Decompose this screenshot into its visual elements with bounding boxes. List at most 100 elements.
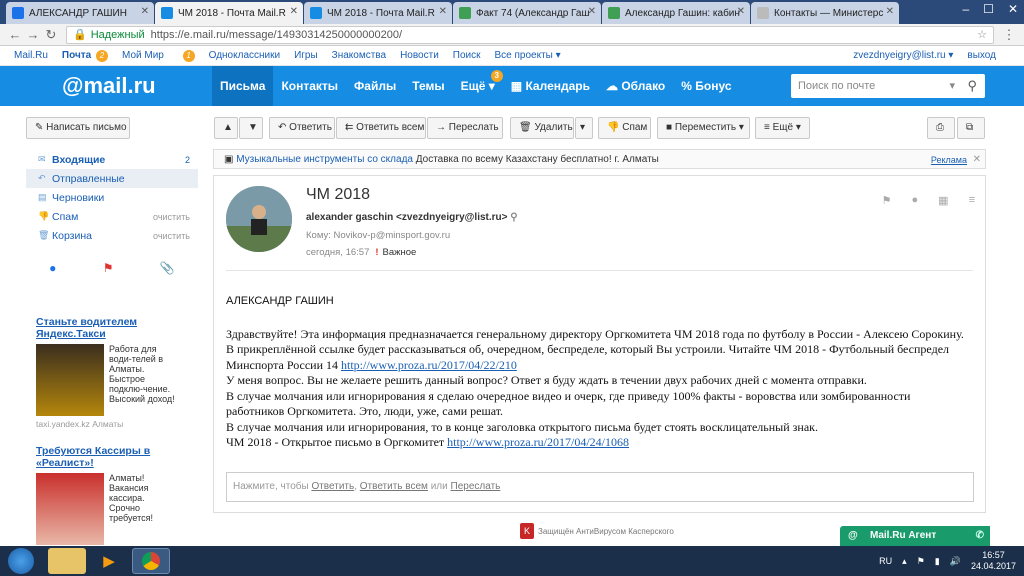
reload-icon[interactable]: ↻: [42, 27, 60, 43]
portal-link-games[interactable]: Игры: [294, 50, 318, 61]
quick-forward-link[interactable]: Переслать: [451, 481, 501, 492]
network-icon[interactable]: ▮: [935, 556, 940, 567]
proza-link-1[interactable]: http://www.proza.ru/2017/04/22/210: [341, 358, 517, 372]
attachment-filter-icon[interactable]: 📎: [160, 261, 175, 275]
quick-reply-box[interactable]: Нажмите, чтобы Ответить, Ответить всем и…: [226, 472, 974, 502]
clock[interactable]: 16:57 24.04.2017: [971, 550, 1016, 572]
close-tab-icon[interactable]: ✕: [737, 6, 745, 17]
nav-calendar[interactable]: ▦ Календарь: [503, 66, 598, 106]
calendar-icon[interactable]: ▦: [938, 194, 948, 207]
back-icon[interactable]: ←: [6, 27, 24, 42]
volume-icon[interactable]: 🔊: [950, 556, 961, 567]
close-tab-icon[interactable]: ✕: [141, 6, 149, 17]
flagged-filter-icon[interactable]: ⚑: [103, 261, 114, 275]
search-input[interactable]: Поиск по почте ▾ ⚲: [791, 74, 985, 98]
close-tab-icon[interactable]: ✕: [439, 6, 447, 17]
unread-dot-icon[interactable]: ●: [912, 194, 919, 207]
forward-icon[interactable]: →: [24, 27, 42, 42]
nav-letters[interactable]: Письма: [212, 66, 274, 106]
realist-ad-image[interactable]: [36, 473, 104, 545]
media-player-icon[interactable]: ▶: [90, 548, 128, 574]
start-button[interactable]: [8, 548, 34, 574]
menu-icon[interactable]: ⋮: [1000, 27, 1018, 43]
clear-trash-link[interactable]: очистить: [153, 231, 190, 241]
ad-realist[interactable]: Требуются Кассиры в «Реалист»! Алматы! В…: [36, 445, 176, 545]
open-in-window-icon[interactable]: ⧉: [957, 117, 985, 139]
search-dropdown-icon[interactable]: ▾: [949, 74, 955, 98]
close-tab-icon[interactable]: ✕: [290, 6, 298, 17]
next-message-button[interactable]: ▼: [239, 117, 263, 139]
flag-icon[interactable]: ⚑: [882, 194, 892, 207]
browser-tab[interactable]: ЧМ 2018 - Почта Mail.R ✕: [304, 2, 452, 24]
browser-tab[interactable]: Факт 74 (Александр Гаш ✕: [453, 2, 601, 24]
chrome-icon[interactable]: [132, 548, 170, 574]
more-button[interactable]: ≡ Ещё ▾: [755, 117, 810, 139]
mailru-logo[interactable]: @mail.ru: [62, 73, 212, 99]
browser-tab-active[interactable]: ЧМ 2018 - Почта Mail.R ✕: [155, 2, 303, 24]
folder-drafts[interactable]: ▤ Черновики: [26, 188, 198, 207]
ad-title[interactable]: Станьте водителем Яндекс.Такси: [36, 316, 176, 340]
unread-filter-icon[interactable]: ●: [49, 261, 56, 275]
tray-up-icon[interactable]: ▴: [902, 556, 907, 567]
browser-tab[interactable]: Контакты — Министерс ✕: [751, 2, 899, 24]
quick-reply-all-link[interactable]: Ответить всем: [360, 481, 428, 492]
portal-link-dating[interactable]: Знакомства: [332, 50, 386, 61]
forward-button[interactable]: → Переслать: [427, 117, 503, 139]
browser-tab[interactable]: АЛЕКСАНДР ГАШИН ✕: [6, 2, 154, 24]
portal-link-ok[interactable]: Одноклассники: [209, 50, 280, 61]
language-indicator[interactable]: RU: [879, 556, 892, 566]
mailru-agent-bar[interactable]: @ Mail.Ru Агент ✆: [840, 526, 990, 546]
sender[interactable]: alexander gaschin <zvezdnyeigry@list.ru>…: [306, 212, 518, 223]
nav-bonus[interactable]: % Бонус: [673, 66, 739, 106]
portal-link-mailru[interactable]: Mail.Ru: [14, 50, 48, 61]
delete-button[interactable]: 🗑 Удалить: [510, 117, 574, 139]
close-window-icon[interactable]: ✕: [1008, 2, 1018, 16]
sender-search-icon[interactable]: ⚲: [510, 212, 517, 223]
close-tab-icon[interactable]: ✕: [588, 6, 596, 17]
nav-themes[interactable]: Темы: [404, 66, 452, 106]
nav-cloud[interactable]: ☁ Облако: [598, 66, 673, 106]
compose-button[interactable]: ✎ Написать письмо: [26, 117, 130, 139]
portal-link-mail[interactable]: Почта 2: [62, 49, 108, 62]
portal-link-news[interactable]: Новости: [400, 50, 439, 61]
ad-title[interactable]: Требуются Кассиры в «Реалист»!: [36, 445, 176, 469]
taxi-ad-image[interactable]: [36, 344, 104, 416]
folder-inbox[interactable]: ✉ Входящие 2: [26, 150, 198, 169]
user-account[interactable]: zvezdnyeigry@list.ru ▾: [853, 50, 953, 61]
nav-contacts[interactable]: Контакты: [273, 66, 346, 106]
reply-all-button[interactable]: ⇇ Ответить всем: [336, 117, 426, 139]
folder-sent[interactable]: ↶ Отправленные: [26, 169, 198, 188]
quick-reply-link[interactable]: Ответить: [311, 481, 354, 492]
flag-icon[interactable]: ⚑: [917, 556, 925, 567]
browser-tab[interactable]: Александр Гашин: кабин ✕: [602, 2, 750, 24]
folder-trash[interactable]: 🗑 Корзина очистить: [26, 226, 198, 245]
delete-dropdown[interactable]: ▾: [575, 117, 593, 139]
minimize-icon[interactable]: –: [962, 2, 969, 16]
search-icon[interactable]: ⚲: [967, 74, 977, 98]
bookmark-star-icon[interactable]: ☆: [977, 28, 987, 41]
address-bar[interactable]: 🔒 Надежный https://e.mail.ru/message/149…: [66, 25, 994, 44]
proza-link-2[interactable]: http://www.proza.ru/2017/04/24/1068: [447, 435, 629, 449]
logout-link[interactable]: выход: [967, 50, 996, 61]
explorer-icon[interactable]: [48, 548, 86, 574]
prev-message-button[interactable]: ▲: [214, 117, 238, 139]
close-promo-icon[interactable]: ✕: [973, 150, 981, 170]
nav-more[interactable]: Ещё ▾ 3: [453, 66, 503, 106]
print-icon[interactable]: ⎙: [927, 117, 955, 139]
spam-button[interactable]: 👎 Спам: [598, 117, 651, 139]
clear-spam-link[interactable]: очистить: [153, 212, 190, 222]
maximize-icon[interactable]: ☐: [983, 2, 994, 16]
portal-link-search[interactable]: Поиск: [453, 50, 481, 61]
ad-yandex-taxi[interactable]: Станьте водителем Яндекс.Такси Работа дл…: [36, 316, 176, 429]
promo-link[interactable]: Музыкальные инструменты со склада: [236, 154, 413, 165]
phone-icon[interactable]: ✆: [976, 526, 984, 546]
reply-button[interactable]: ↶ Ответить: [269, 117, 335, 139]
menu-icon[interactable]: ≡: [969, 194, 975, 207]
close-tab-icon[interactable]: ✕: [886, 6, 894, 17]
ad-label[interactable]: Реклама: [931, 150, 967, 170]
nav-files[interactable]: Файлы: [346, 66, 404, 106]
portal-link-mymir[interactable]: Мой Мир 1: [122, 49, 195, 62]
portal-link-all[interactable]: Все проекты ▾: [495, 50, 561, 61]
move-button[interactable]: ■ Переместить ▾: [657, 117, 750, 139]
folder-spam[interactable]: 👎 Спам очистить: [26, 207, 198, 226]
